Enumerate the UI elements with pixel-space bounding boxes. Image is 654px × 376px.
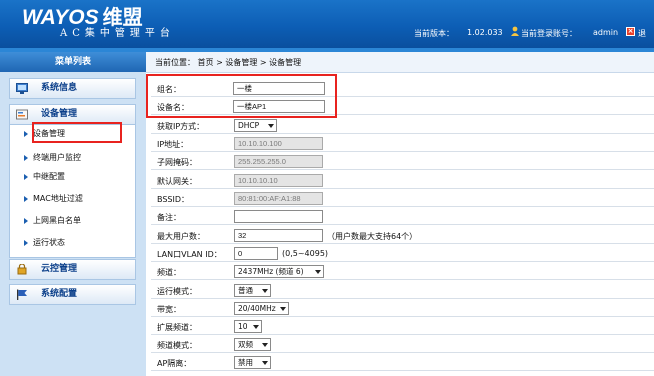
row-max-users: 最大用户数： （用户数最大支持64个） [151,227,654,244]
platform-subtitle: AC集中管理平台 [60,28,175,39]
exit-label[interactable]: 退 [638,28,646,39]
row-ip-mode: 获取IP方式： DHCP [151,117,654,134]
row-vlan: LAN口VLAN ID： (0,5~4095) [151,245,654,262]
ap-isolation-select[interactable]: 禁用 [234,356,271,369]
highlight-name-fields [146,74,337,118]
row-mask: 子网掩码： [151,153,654,170]
row-ip: IP地址： [151,135,654,152]
ip-address-input[interactable] [234,137,323,150]
chevron-down-icon [262,361,268,365]
row-bssid: BSSID： [151,190,654,207]
sidebar-item-terminal-monitor[interactable]: 终端用户监控 [24,151,81,165]
gateway-input[interactable] [234,174,323,187]
subnet-mask-input[interactable] [234,155,323,168]
top-header: WAYOS 维盟 AC集中管理平台 当前版本： 1.02.033 当前登录账号： … [0,0,654,48]
sidebar-item-run-status[interactable]: 运行状态 [24,236,65,250]
version-label: 当前版本： [414,29,454,38]
max-users-hint: （用户数最大支持64个） [327,232,418,241]
chevron-down-icon [280,307,286,311]
chevron-down-icon [253,325,259,329]
highlight-sidebar-item [32,122,122,143]
sidebar-section-cloud-mgmt[interactable]: 云控管理 [9,259,136,280]
sidebar-item-mac-filter[interactable]: MAC地址过滤 [24,192,83,206]
channel-select[interactable]: 2437MHz (频道 6) [234,265,324,278]
row-note: 备注： [151,208,654,225]
sidebar-section-system-config[interactable]: 系统配置 [9,284,136,305]
monitor-icon [16,83,28,94]
row-channel: 频道： 2437MHz (频道 6) [151,263,654,280]
breadcrumb: 当前位置： 首页 > 设备管理 > 设备管理 [146,52,654,73]
user-icon [511,26,519,36]
device-icon [16,109,28,120]
row-channel-mode: 频道模式： 双频 [151,336,654,353]
ext-channel-select[interactable]: 10 [234,320,262,333]
channel-mode-select[interactable]: 双频 [234,338,271,351]
ip-mode-select[interactable]: DHCP [234,119,277,132]
bandwidth-select[interactable]: 20/40MHz [234,302,289,315]
chevron-down-icon [262,289,268,293]
bssid-input[interactable] [234,192,323,205]
sidebar-item-blackwhite-list[interactable]: 上网黑白名单 [24,214,81,228]
flag-icon [17,289,27,300]
chevron-down-icon [262,343,268,347]
sidebar-title: 菜单列表 [0,52,146,72]
vlan-hint: (0,5~4095) [282,249,329,258]
row-run-mode: 运行模式： 普通 [151,282,654,299]
row-ext-channel: 扩展频道： 10 [151,318,654,335]
chevron-down-icon [315,270,321,274]
row-ap-isolation: AP隔离： 禁用 [151,354,654,371]
cloud-icon [17,264,27,275]
version-value: 1.02.033 [467,28,503,37]
row-bandwidth: 带宽： 20/40MHz [151,300,654,317]
run-mode-select[interactable]: 普通 [234,284,271,297]
sidebar-section-system-info[interactable]: 系统信息 [9,78,136,99]
exit-icon[interactable]: × [626,27,635,36]
chevron-down-icon [268,124,274,128]
row-gateway: 默认网关： [151,172,654,189]
sidebar-item-relay-config[interactable]: 中继配置 [24,170,65,184]
max-users-input[interactable] [234,229,323,242]
vlan-id-input[interactable] [234,247,278,260]
note-input[interactable] [234,210,323,223]
account-value: admin [593,28,619,37]
sidebar: 菜单列表 系统信息 设备管理 设备管理 终端用户监控 中继配置 MAC地址过滤 … [0,52,146,376]
account-label: 当前登录账号： [521,29,577,38]
